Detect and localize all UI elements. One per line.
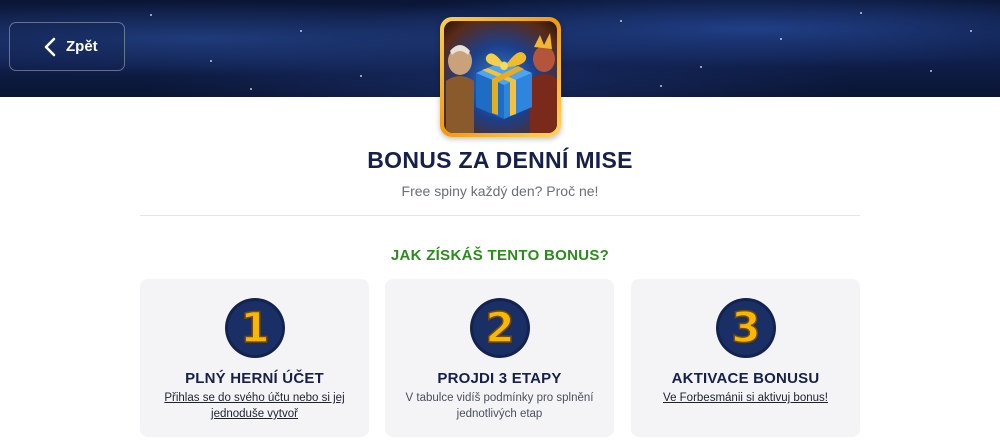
- gift-box-icon: [446, 33, 557, 133]
- step-number-1-icon: 1: [223, 296, 287, 360]
- step-number-3-text: 3: [731, 303, 760, 352]
- back-button-label: Zpět: [66, 38, 98, 55]
- chevron-left-icon: [40, 36, 62, 58]
- page-title: BONUS ZA DENNÍ MISE: [367, 147, 633, 173]
- divider: [140, 215, 860, 216]
- bonus-image: [440, 17, 561, 137]
- step-title-1: PLNÝ HERNÍ ÚČET: [185, 370, 324, 387]
- step-title-3: AKTIVACE BONUSU: [671, 370, 820, 387]
- how-to-get-heading: JAK ZÍSKÁŠ TENTO BONUS?: [390, 247, 610, 264]
- page-subtitle: Free spiny každý den? Proč ne!: [401, 183, 599, 199]
- step-card-1: 1 PLNÝ HERNÍ ÚČET Přihlas se do svého úč…: [140, 279, 369, 437]
- step-number-2-icon: 2: [468, 296, 532, 360]
- step-card-3: 3 AKTIVACE BONUSU Ve Forbesmánii si akti…: [631, 279, 860, 437]
- login-or-register-link[interactable]: Přihlas se do svého účtu nebo si jej jed…: [152, 390, 357, 422]
- step-title-2: PROJDI 3 ETAPY: [437, 370, 562, 387]
- back-button[interactable]: Zpět: [9, 22, 125, 71]
- step-number-2-text: 2: [485, 303, 514, 352]
- step-number-1-text: 1: [240, 303, 269, 352]
- step-number-3-icon: 3: [714, 296, 778, 360]
- activate-bonus-link[interactable]: Ve Forbesmánii si aktivuj bonus!: [643, 390, 848, 406]
- step-card-2: 2 PROJDI 3 ETAPY V tabulce vidíš podmínk…: [385, 279, 614, 437]
- step-text-2: V tabulce vidíš podmínky pro splnění jed…: [405, 392, 594, 420]
